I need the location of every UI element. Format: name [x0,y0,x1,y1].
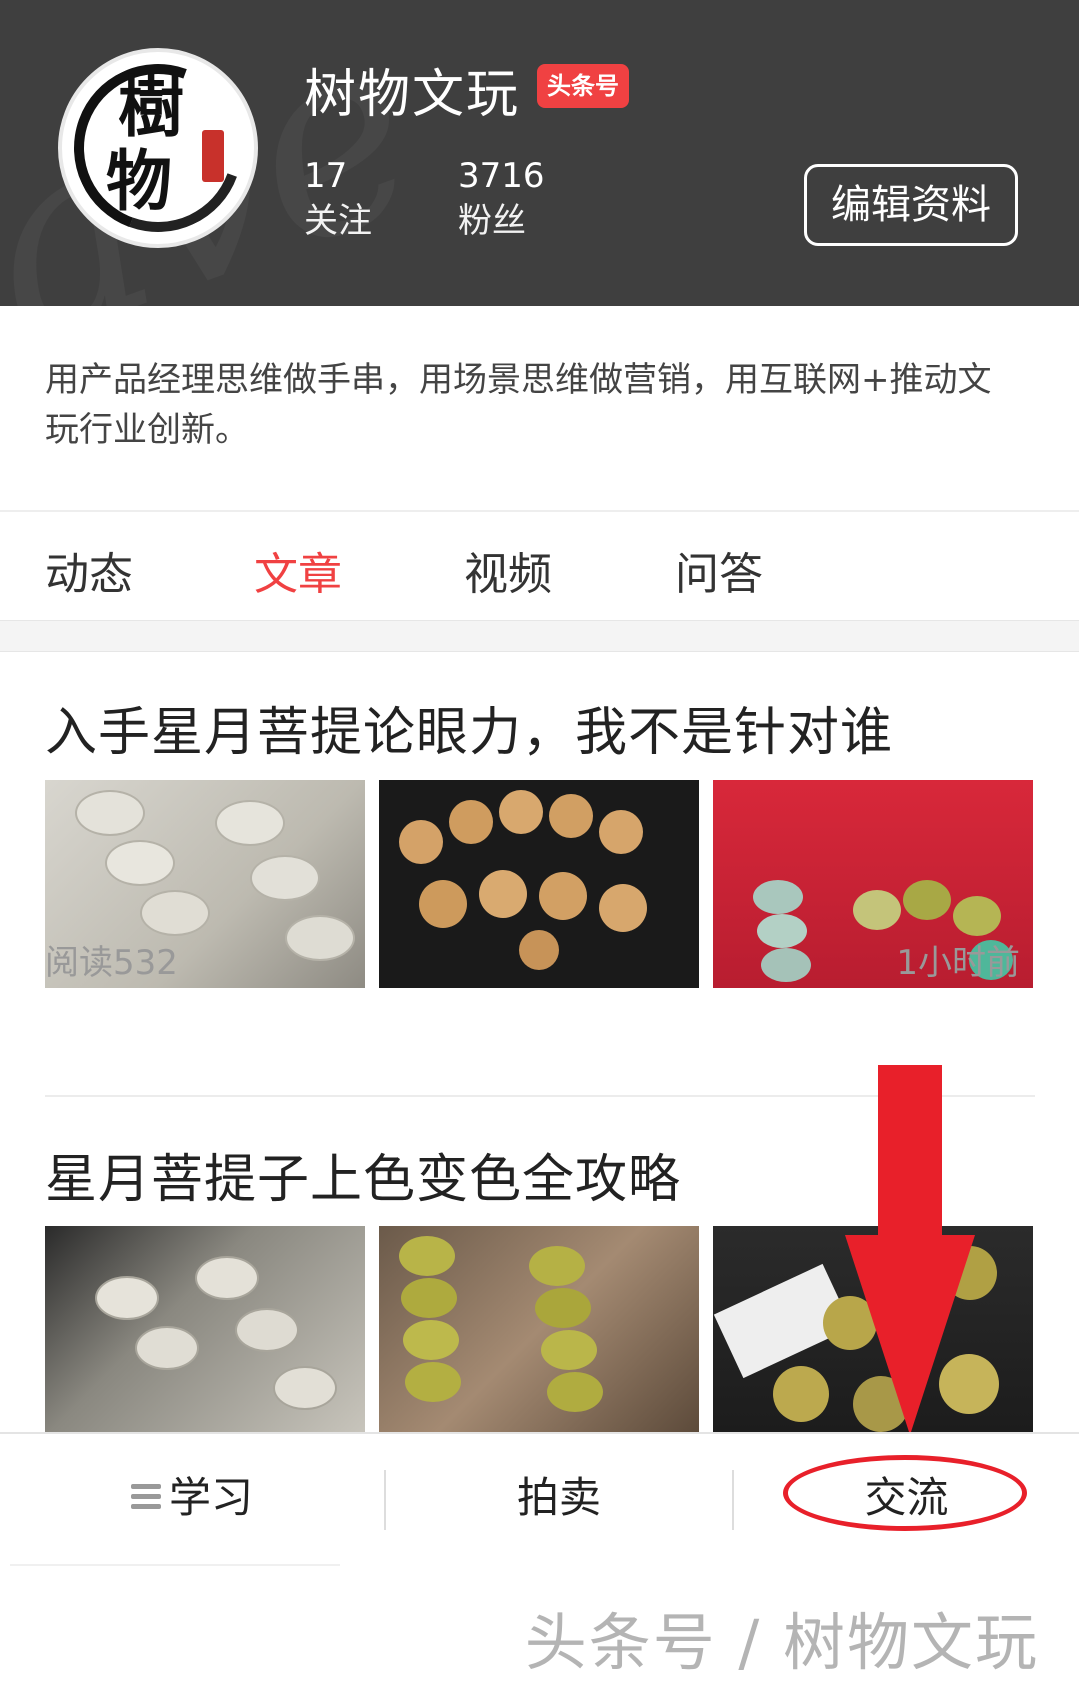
article-title[interactable]: 入手星月菩提论眼力，我不是针对谁 [45,690,893,765]
article-title[interactable]: 星月菩提子上色变色全攻略 [45,1137,681,1212]
menu-icon [130,1483,161,1510]
profile-bio: 用产品经理思维做手串，用场景思维做营销，用互联网+推动文玩行业创新。 [45,360,992,450]
following-count: 17 [304,156,348,196]
article-meta: 阅读532 1小时前 [45,935,1020,984]
bottom-menu-learn[interactable]: 学习 [0,1434,384,1566]
profile-name: 树物文玩 [304,65,521,125]
red-arrow-annotation [845,1065,975,1435]
avatar-seal-icon [202,130,224,182]
tab-videos[interactable]: 视频 [464,532,552,622]
tab-dynamics[interactable]: 动态 [45,532,133,622]
avatar-char-bottom: 物 [106,142,172,220]
footer-watermark: 头条号 / 树物文玩 [524,1606,1039,1679]
following-label: 关注 [304,201,372,241]
fans-label: 粉丝 [458,201,526,241]
bottom-menu-auction[interactable]: 拍卖 [386,1434,732,1566]
content-tabs: 动态 文章 视频 问答 [0,512,1079,626]
tab-articles[interactable]: 文章 [254,532,342,626]
red-circle-annotation [783,1455,1027,1531]
toutiao-badge: 头条号 [537,64,629,108]
tab-qa[interactable]: 问答 [675,532,763,622]
avatar[interactable]: 樹 物 [58,48,258,248]
section-gap [0,620,1079,652]
bottom-menu-label: 学习 [168,1473,253,1522]
thumbnail-image [379,1226,699,1434]
edit-profile-button[interactable]: 编辑资料 [804,164,1018,246]
thumbnail-image [45,1226,365,1434]
publish-time: 1小时前 [896,943,1020,983]
profile-header: ave 樹 物 树物文玩 头条号 17 关注 3716 粉丝 编辑资料 [0,0,1079,306]
divider [10,1564,340,1566]
read-count: 阅读532 [45,943,178,983]
avatar-char-top: 樹 [118,68,184,146]
fans-count: 3716 [458,156,545,196]
fans-stat[interactable]: 3716 粉丝 [458,156,545,246]
following-stat[interactable]: 17 关注 [304,156,372,246]
